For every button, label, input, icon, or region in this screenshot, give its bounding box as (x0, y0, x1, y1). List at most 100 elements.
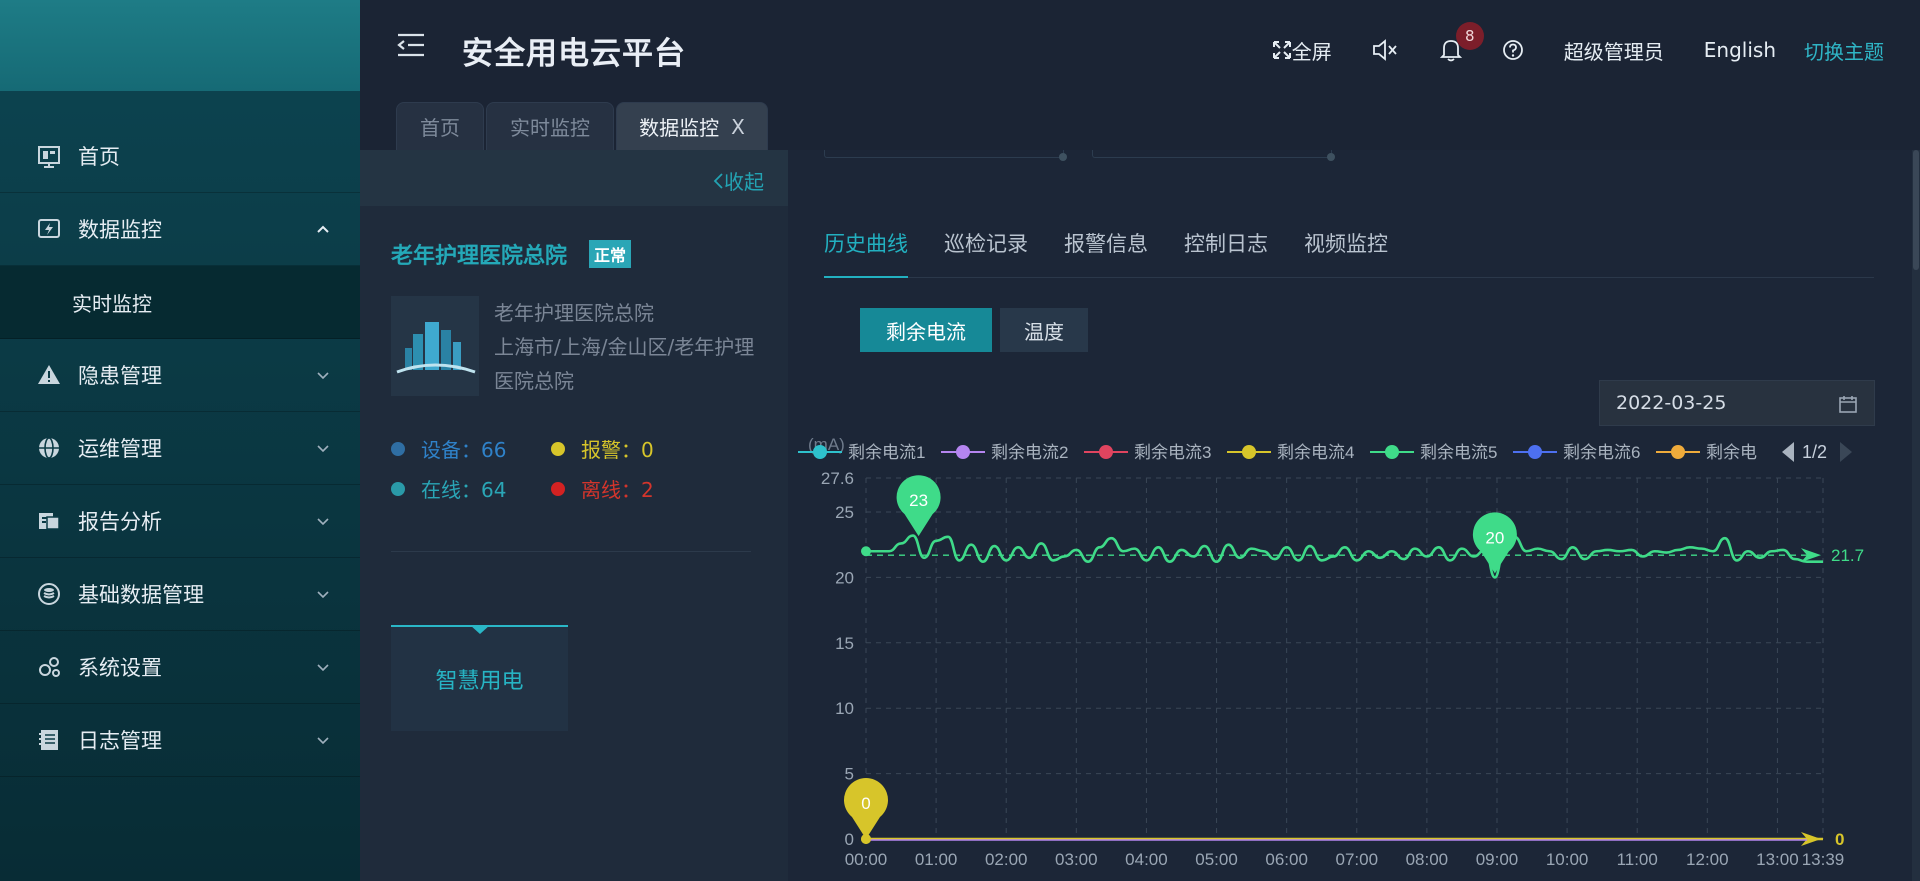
sidebar-item-ops[interactable]: 运维管理 (0, 412, 360, 485)
x-tick-label: 11:00 (1617, 850, 1658, 869)
language-switch[interactable]: English (1704, 38, 1776, 62)
app-title: 安全用电云平台 (462, 36, 686, 72)
report-icon (36, 508, 62, 534)
org-title: 老年护理医院总院 正常 (391, 238, 632, 270)
notification-button[interactable]: 8 (1439, 22, 1484, 62)
chevron-down-icon (317, 518, 329, 526)
residual-current-button[interactable]: 剩余电流 (860, 308, 992, 352)
mute-button[interactable] (1372, 39, 1400, 61)
smart-power-card[interactable]: 智慧用电 (391, 625, 568, 731)
tab-data-monitor[interactable]: 数据监控 X (616, 102, 768, 150)
chevron-down-icon (317, 372, 329, 380)
stat-value: 离线：2 (581, 478, 654, 502)
menu-fold-icon[interactable] (396, 32, 426, 58)
tab-close-icon[interactable]: X (731, 115, 745, 139)
y-tick-label: 20 (835, 568, 854, 587)
x-tick-label: 06:00 (1265, 850, 1308, 869)
series-start-point (861, 834, 871, 844)
legend-prev-icon (1782, 442, 1794, 462)
sidebar-item-label: 报告分析 (78, 510, 162, 534)
y-tick-label: 27.6 (821, 469, 854, 488)
pin-label: 0 (861, 794, 870, 813)
help-button[interactable] (1502, 39, 1524, 61)
legend-label: 剩余电流4 (1277, 443, 1354, 462)
sidebar-menu: 首页 数据监控 实时监控 隐患管理 运维管理 报告分析 基础数据管理 系统设置 … (0, 120, 360, 777)
settings-icon (36, 654, 62, 680)
legend-marker (1099, 445, 1113, 459)
sidebar-item-label: 隐患管理 (78, 364, 162, 388)
stat-offline: 离线：2 (551, 474, 654, 503)
detail-tabs: 历史曲线 巡检记录 报警信息 控制日志 视频监控 (824, 228, 1874, 278)
divider (391, 551, 751, 552)
theme-switch[interactable]: 切换主题 (1804, 36, 1884, 65)
x-tick-label: 05:00 (1195, 850, 1238, 869)
tab-alarm-info[interactable]: 报警信息 (1064, 228, 1148, 278)
calendar-icon (1839, 396, 1857, 413)
org-panel: 收起 老年护理医院总院 正常 老年护理医院总院 上海市/上海/金山区/老年护理医… (360, 150, 788, 881)
tab-home[interactable]: 首页 (396, 102, 484, 150)
stat-dot (551, 481, 565, 496)
stat-value: 在线：64 (421, 478, 507, 502)
x-tick-label: 12:00 (1686, 850, 1729, 869)
scrollbar-thumb[interactable] (1913, 150, 1919, 270)
y-tick-label: 0 (845, 830, 854, 849)
legend-item: 剩余电 (1656, 443, 1757, 462)
tab-realtime[interactable]: 实时监控 (486, 102, 614, 150)
mute-icon (1372, 39, 1397, 61)
org-info-address: 上海市/上海/金山区/老年护理医院总院 (494, 335, 755, 393)
history-chart: (mA) 剩余电流1 剩余电流2 剩余电流3 剩余电流4 剩余电流5 剩余电流6 剩余电 1/2… (798, 435, 1864, 869)
legend-label: 剩余电流3 (1134, 443, 1211, 462)
average-label: 21.7 (1831, 546, 1864, 565)
x-tick-label: 08:00 (1406, 850, 1449, 869)
pin-label: 23 (909, 491, 928, 510)
sidebar-item-report[interactable]: 报告分析 (0, 485, 360, 558)
collapse-button[interactable]: 收起 (712, 166, 764, 195)
org-name: 老年护理医院总院 (391, 244, 568, 269)
legend-label: 剩余电流5 (1420, 443, 1497, 462)
field-knob (1327, 153, 1335, 161)
y-tick-label: 10 (835, 699, 854, 718)
warning-icon (36, 362, 62, 388)
sidebar-subitem-realtime[interactable]: 实时监控 (0, 266, 360, 339)
sidebar-item-home[interactable]: 首页 (0, 120, 360, 193)
y-tick-label: 5 (845, 765, 854, 784)
tab-inspection[interactable]: 巡检记录 (944, 228, 1028, 278)
page-tabs: 首页 实时监控 数据监控 X (360, 100, 1920, 150)
monitor-icon (36, 216, 62, 242)
tab-label: 实时监控 (510, 116, 590, 140)
tab-history-curve[interactable]: 历史曲线 (824, 228, 908, 278)
legend-label: 剩余电流2 (991, 443, 1068, 462)
sidebar-item-label: 运维管理 (78, 437, 162, 461)
org-panel-toolbar: 收起 (360, 150, 788, 206)
tab-label: 数据监控 (639, 116, 720, 140)
app-root: 首页 数据监控 实时监控 隐患管理 运维管理 报告分析 基础数据管理 系统设置 … (0, 0, 1920, 881)
vertical-scrollbar[interactable] (1912, 150, 1920, 881)
collapse-label: 收起 (724, 170, 764, 194)
date-value: 2022-03-25 (1616, 392, 1727, 414)
legend-label: 剩余电流1 (848, 443, 925, 462)
legend-marker (1385, 445, 1399, 459)
fullscreen-button[interactable]: 全屏 (1272, 36, 1332, 65)
logo-area (0, 0, 360, 91)
date-picker[interactable]: 2022-03-25 (1599, 380, 1875, 426)
sidebar-item-label: 实时监控 (72, 291, 152, 316)
sidebar-item-label: 基础数据管理 (78, 583, 204, 607)
temperature-button[interactable]: 温度 (1000, 308, 1088, 352)
database-icon (36, 581, 62, 607)
legend-label: 剩余电流6 (1563, 443, 1640, 462)
sidebar-item-logs[interactable]: 日志管理 (0, 704, 360, 777)
tab-control-log[interactable]: 控制日志 (1184, 228, 1268, 278)
tab-video[interactable]: 视频监控 (1304, 228, 1388, 278)
chevron-down-icon (317, 737, 329, 745)
y-tick-label: 15 (835, 634, 854, 653)
sidebar-item-hazard[interactable]: 隐患管理 (0, 339, 360, 412)
user-menu[interactable]: 超级管理员 (1564, 36, 1664, 65)
legend-item: 剩余电流4 (1227, 443, 1354, 462)
sidebar-item-basedata[interactable]: 基础数据管理 (0, 558, 360, 631)
help-icon (1502, 40, 1523, 60)
sidebar-item-data-monitor[interactable]: 数据监控 (0, 193, 360, 266)
legend-marker (1671, 445, 1685, 459)
sidebar-item-settings[interactable]: 系统设置 (0, 631, 360, 704)
log-icon (36, 727, 62, 753)
stat-devices: 设备：66 (391, 434, 506, 463)
